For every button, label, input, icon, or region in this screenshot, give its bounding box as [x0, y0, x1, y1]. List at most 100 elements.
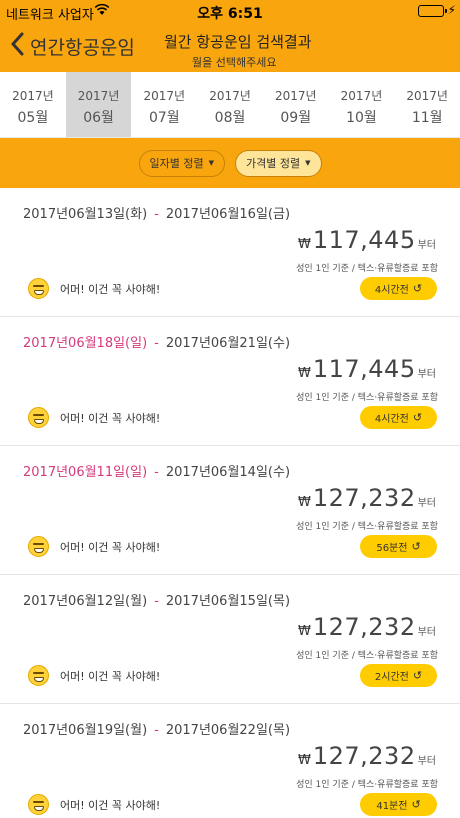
- grinning-face-icon: [28, 794, 49, 815]
- price-amount: 127,232: [312, 742, 416, 770]
- fare-card[interactable]: 2017년06월19일(월) -2017년06월22일(목) ₩127,232 부터…: [0, 704, 460, 818]
- date-range: 2017년06월18일(일) -2017년06월21일(수): [23, 332, 290, 351]
- return-date: 2017년06월14일(수): [165, 465, 291, 480]
- deal-message: 어머! 이건 꼭 사야해!: [60, 670, 161, 683]
- price-suffix: 부터: [417, 240, 436, 251]
- month-label: 08월: [214, 110, 246, 126]
- month-tab-1[interactable]: 2017년 06월: [65, 72, 132, 137]
- month-tab-3[interactable]: 2017년 08월: [197, 72, 263, 137]
- back-button[interactable]: 연간항공운임: [10, 32, 135, 61]
- refresh-icon: ↺: [411, 540, 421, 553]
- month-label: 11월: [411, 110, 443, 126]
- month-tab-6[interactable]: 2017년 11월: [394, 72, 460, 137]
- month-label: 10월: [346, 110, 377, 126]
- price-suffix: 부터: [417, 756, 436, 767]
- grinning-face-icon: [28, 665, 49, 686]
- price: ₩117,445 부터: [298, 226, 436, 254]
- month-year: 2017년: [274, 89, 317, 103]
- chevron-down-icon: ▼: [305, 159, 311, 167]
- refresh-icon: ↺: [412, 411, 423, 424]
- charging-icon: ⚡: [447, 3, 456, 17]
- chevron-left-icon: [10, 32, 24, 61]
- updated-refresh-button[interactable]: 56분전 ↺: [360, 535, 437, 558]
- month-tab-4[interactable]: 2017년 09월: [263, 72, 329, 137]
- price-suffix: 부터: [417, 627, 436, 638]
- updated-refresh-button[interactable]: 4시간전 ↺: [360, 406, 437, 429]
- price-amount: 117,445: [312, 355, 416, 383]
- refresh-icon: ↺: [412, 282, 423, 295]
- depart-date: 2017년06월13일(화): [23, 207, 148, 222]
- month-tab-5[interactable]: 2017년 10월: [329, 72, 395, 137]
- status-time: 오후 6:51: [197, 6, 263, 22]
- month-tab-2[interactable]: 2017년 07월: [131, 72, 197, 137]
- price-amount: 117,445: [312, 226, 416, 254]
- fare-card[interactable]: 2017년06월13일(화) -2017년06월16일(금) ₩117,445 부터…: [0, 188, 460, 317]
- currency-symbol: ₩: [297, 495, 311, 510]
- updated-refresh-button[interactable]: 2시간전 ↺: [360, 664, 437, 687]
- nav-bar: 연간항공운임 월간 항공운임 검색결과 월을 선택해주세요: [0, 22, 460, 72]
- updated-time: 56분전: [376, 543, 408, 554]
- page-title: 월간 항공운임 검색결과: [164, 33, 312, 51]
- date-separator: -: [154, 207, 159, 222]
- currency-symbol: ₩: [297, 366, 311, 381]
- grinning-face-icon: [28, 278, 49, 299]
- fare-card[interactable]: 2017년06월12일(월) -2017년06월15일(목) ₩127,232 부터…: [0, 575, 460, 704]
- month-label: 07월: [148, 110, 180, 126]
- deal-message: 어머! 이건 꼭 사야해!: [60, 283, 161, 296]
- sort-by-date-label: 일자별 정렬: [149, 157, 204, 170]
- price-amount: 127,232: [312, 484, 416, 512]
- date-separator: -: [154, 594, 159, 609]
- date-range: 2017년06월13일(화) -2017년06월16일(금): [23, 203, 290, 222]
- price: ₩127,232 부터: [298, 742, 436, 770]
- price-amount: 127,232: [312, 613, 416, 641]
- date-separator: -: [154, 465, 159, 480]
- updated-time: 2시간전: [374, 672, 409, 683]
- sort-by-date-button[interactable]: 일자별 정렬 ▼: [138, 149, 225, 177]
- month-year: 2017년: [209, 89, 251, 103]
- currency-symbol: ₩: [297, 624, 311, 639]
- sort-by-price-button[interactable]: 가격별 정렬 ▼: [235, 149, 322, 177]
- top-header: 네트워크 사업자 오후 6:51 ⚡ 연간항공운임 월간 항공운임 검색결과 월…: [0, 0, 460, 72]
- return-date: 2017년06월15일(목): [165, 594, 291, 609]
- back-label: 연간항공운임: [30, 37, 135, 59]
- price-note: 성인 1인 기준 / 텍스·유류할증료 포함: [296, 651, 438, 661]
- deal-message: 어머! 이건 꼭 사야해!: [60, 412, 161, 425]
- return-date: 2017년06월16일(금): [165, 207, 291, 222]
- month-year: 2017년: [12, 89, 54, 103]
- depart-date: 2017년06월11일(일): [23, 465, 148, 480]
- price-suffix: 부터: [417, 498, 436, 509]
- month-year: 2017년: [406, 89, 448, 103]
- price-note: 성인 1인 기준 / 텍스·유류할증료 포함: [296, 393, 438, 403]
- deal-message: 어머! 이건 꼭 사야해!: [60, 541, 161, 554]
- price: ₩127,232 부터: [298, 484, 436, 512]
- date-range: 2017년06월19일(월) -2017년06월22일(목): [23, 719, 290, 738]
- month-year: 2017년: [77, 89, 120, 103]
- date-separator: -: [154, 723, 159, 738]
- results-list: 2017년06월13일(화) -2017년06월16일(금) ₩117,445 부터…: [0, 188, 460, 818]
- fare-card[interactable]: 2017년06월11일(일) -2017년06월14일(수) ₩127,232 부터…: [0, 446, 460, 575]
- sort-by-price-label: 가격별 정렬: [246, 157, 301, 170]
- updated-time: 4시간전: [374, 414, 409, 425]
- month-selector: 2017년 05월 2017년 06월 2017년 07월 2017년 08월 2017…: [0, 72, 460, 138]
- date-range: 2017년06월11일(일) -2017년06월14일(수): [23, 461, 290, 480]
- month-tab-0[interactable]: 2017년 05월: [0, 72, 66, 137]
- month-year: 2017년: [143, 89, 186, 103]
- grinning-face-icon: [28, 536, 49, 557]
- refresh-icon: ↺: [411, 798, 421, 811]
- status-bar: 네트워크 사업자 오후 6:51 ⚡: [0, 0, 460, 23]
- depart-date: 2017년06월12일(월): [23, 594, 148, 609]
- price-note: 성인 1인 기준 / 텍스·유류할증료 포함: [296, 522, 438, 532]
- updated-refresh-button[interactable]: 41분전 ↺: [360, 793, 437, 816]
- updated-time: 41분전: [376, 801, 408, 812]
- depart-date: 2017년06월18일(일): [23, 336, 148, 351]
- currency-symbol: ₩: [297, 753, 311, 768]
- depart-date: 2017년06월19일(월): [23, 723, 148, 738]
- currency-symbol: ₩: [297, 237, 311, 252]
- fare-card[interactable]: 2017년06월18일(일) -2017년06월21일(수) ₩117,445 부터…: [0, 317, 460, 446]
- price: ₩117,445 부터: [298, 355, 436, 383]
- updated-time: 4시간전: [374, 285, 409, 296]
- nav-title-block: 월간 항공운임 검색결과 월을 선택해주세요: [150, 31, 460, 70]
- sort-bar: 일자별 정렬 ▼ 가격별 정렬 ▼: [0, 138, 460, 188]
- price: ₩127,232 부터: [298, 613, 436, 641]
- updated-refresh-button[interactable]: 4시간전 ↺: [360, 277, 437, 300]
